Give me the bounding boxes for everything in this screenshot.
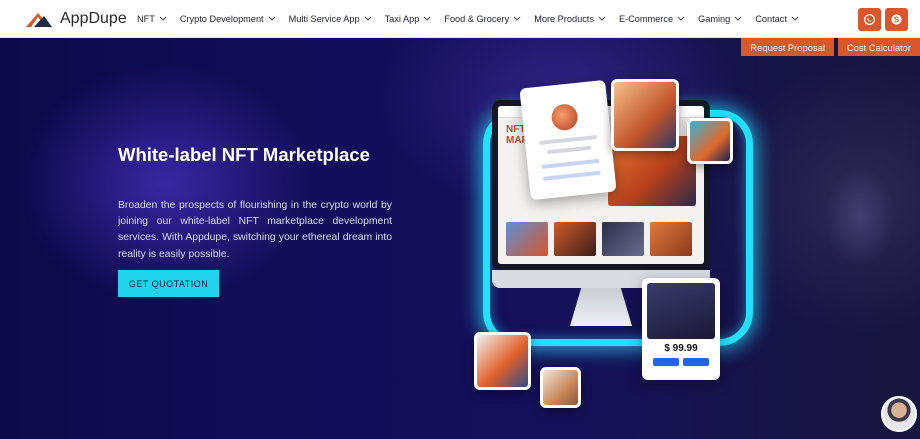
- price-card-button: [683, 358, 709, 366]
- nav-item-e-commerce[interactable]: E-Commerce: [619, 14, 685, 24]
- price-value: $ 99.99: [664, 343, 698, 354]
- chevron-down-icon: [423, 16, 431, 21]
- nav-item-taxi-app[interactable]: Taxi App: [385, 14, 432, 24]
- chevron-down-icon: [791, 16, 799, 21]
- nav-item-multi-service-app[interactable]: Multi Service App: [289, 14, 372, 24]
- nav-item-more-products[interactable]: More Products: [534, 14, 606, 24]
- nav-item-nft[interactable]: NFT: [137, 14, 167, 24]
- nav-item-food-grocery[interactable]: Food & Grocery: [444, 14, 521, 24]
- nav-item-label: Food & Grocery: [444, 14, 510, 24]
- price-card-artwork: [647, 283, 715, 339]
- price-card-button: [653, 358, 679, 366]
- logo-mark-icon: [26, 13, 52, 27]
- price-card: $ 99.99: [642, 278, 720, 380]
- thumbnail: [554, 222, 596, 256]
- thumbnail: [650, 222, 692, 256]
- nav-item-crypto-development[interactable]: Crypto Development: [180, 14, 276, 24]
- profile-line: [538, 134, 598, 146]
- profile-line: [542, 170, 601, 181]
- request-proposal-button[interactable]: Request Proposal: [741, 38, 834, 56]
- hero-description: Broaden the prospects of flourishing in …: [118, 200, 392, 260]
- nav-item-label: Multi Service App: [288, 14, 360, 24]
- background-figure: [800, 108, 920, 348]
- nav-item-label: NFT: [137, 14, 155, 24]
- chevron-down-icon: [159, 16, 167, 21]
- chevron-down-icon: [677, 16, 685, 21]
- whatsapp-button[interactable]: [858, 8, 881, 31]
- get-quotation-button[interactable]: GET QUOTATION: [118, 270, 219, 297]
- contact-actions: S: [858, 8, 908, 31]
- price-card-buttons: [647, 358, 715, 366]
- chevron-down-icon: [598, 16, 606, 21]
- nft-tile: [474, 332, 531, 390]
- hero-title: White-label NFT Marketplace: [118, 144, 370, 165]
- thumbnail: [506, 222, 548, 256]
- nft-tile: [687, 118, 733, 164]
- cost-calculator-button[interactable]: Cost Calculator: [837, 38, 920, 56]
- profile-avatar: [550, 102, 579, 132]
- thumbnail: [602, 222, 644, 256]
- screen-thumbnails: [506, 222, 692, 256]
- whatsapp-icon: [864, 14, 875, 25]
- profile-line: [546, 145, 592, 155]
- nav-item-label: Crypto Development: [179, 14, 264, 24]
- nav-item-label: Contact: [755, 14, 787, 24]
- main-menu: NFT Crypto Development Multi Service App…: [137, 0, 812, 38]
- nav-item-label: Gaming: [698, 14, 731, 24]
- skype-button[interactable]: S: [885, 8, 908, 31]
- hero-section: Request Proposal Cost Calculator White-l…: [0, 38, 920, 439]
- nav-item-label: Taxi App: [384, 14, 420, 24]
- profile-card: [519, 79, 617, 201]
- nav-item-gaming[interactable]: Gaming: [698, 14, 742, 24]
- brand-logo[interactable]: AppDupe: [24, 9, 127, 29]
- skype-icon: S: [891, 14, 902, 25]
- chevron-down-icon: [513, 16, 521, 21]
- chat-avatar-button[interactable]: [881, 396, 917, 432]
- cta-strip: Request Proposal Cost Calculator: [741, 38, 920, 56]
- top-navbar: AppDupe NFT Crypto Development Multi Ser…: [0, 0, 920, 38]
- nft-tile: [611, 79, 679, 151]
- nav-item-label: More Products: [534, 14, 594, 24]
- chevron-down-icon: [364, 16, 372, 21]
- svg-text:S: S: [894, 15, 899, 24]
- profile-line: [541, 158, 600, 169]
- nft-tile: [540, 367, 581, 408]
- nav-item-label: E-Commerce: [618, 14, 674, 24]
- chevron-down-icon: [734, 16, 742, 21]
- nav-item-contact[interactable]: Contact: [755, 14, 799, 24]
- brand-name: AppDupe: [60, 10, 127, 27]
- chevron-down-icon: [268, 16, 276, 21]
